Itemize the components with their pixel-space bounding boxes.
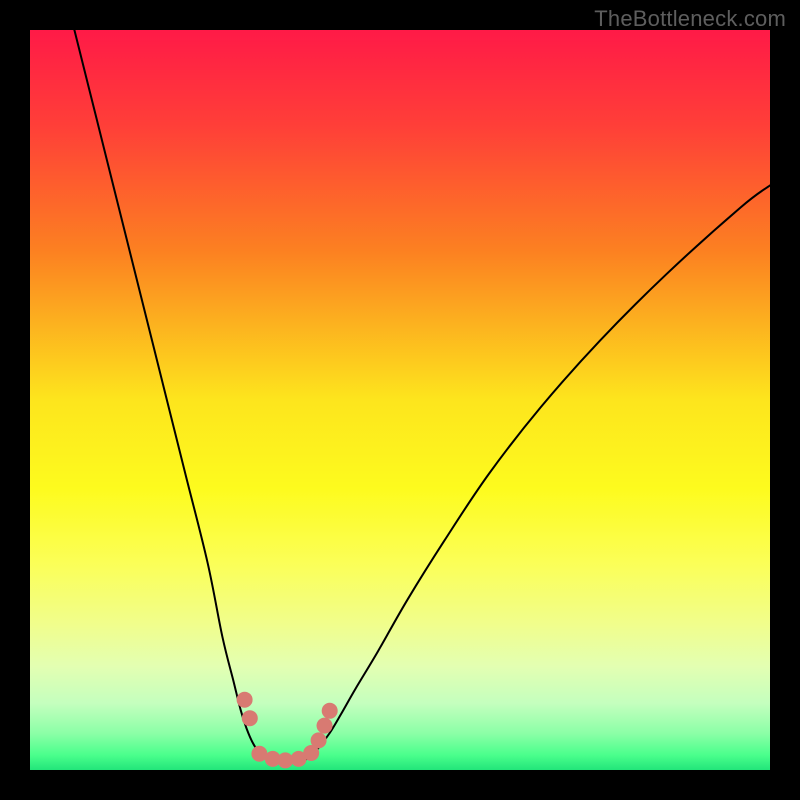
marker-dot bbox=[317, 718, 333, 734]
marker-dot bbox=[311, 732, 327, 748]
marker-dot bbox=[242, 710, 258, 726]
watermark-label: TheBottleneck.com bbox=[594, 6, 786, 32]
marker-dot bbox=[237, 692, 253, 708]
bottleneck-chart bbox=[30, 30, 770, 770]
marker-dot bbox=[322, 703, 338, 719]
chart-background bbox=[30, 30, 770, 770]
